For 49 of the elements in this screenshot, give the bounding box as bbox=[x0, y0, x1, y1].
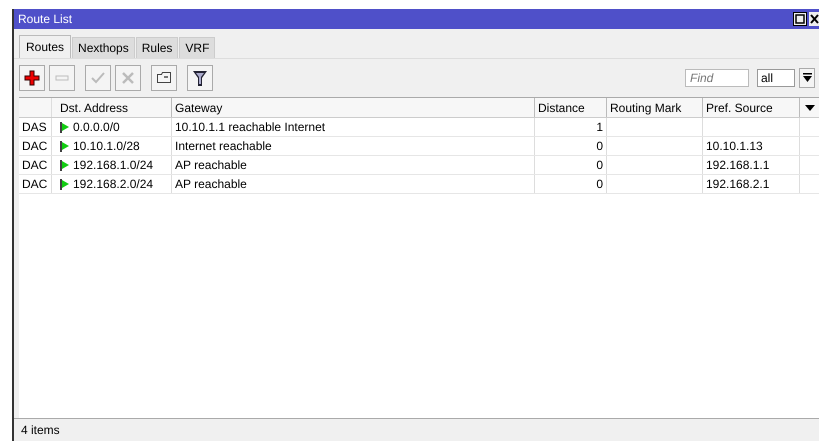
table-cell: Internet reachable bbox=[172, 137, 535, 155]
item-count: 4 items bbox=[21, 423, 60, 437]
tab[interactable]: Rules bbox=[136, 37, 178, 58]
table-cell: AP reachable bbox=[172, 175, 535, 193]
find-field[interactable]: Find bbox=[685, 69, 749, 87]
note-icon bbox=[156, 70, 172, 86]
scope-dropdown[interactable]: all bbox=[757, 69, 795, 87]
flag-icon bbox=[60, 178, 69, 190]
close-icon[interactable] bbox=[809, 12, 819, 26]
table-cell: 10.10.1.13 bbox=[703, 137, 800, 155]
table-cell: 0 bbox=[535, 137, 607, 155]
down-triangle-icon bbox=[804, 104, 814, 110]
table-cell: 10.10.1.0/28 bbox=[73, 139, 140, 153]
flag-icon bbox=[60, 160, 69, 170]
tab[interactable]: Nexthops bbox=[72, 37, 135, 58]
cross-icon bbox=[120, 70, 136, 86]
filter-icon bbox=[192, 69, 208, 87]
flags-cell: DAC bbox=[19, 156, 52, 174]
table-cell: 10.10.1.1 reachable Internet bbox=[172, 118, 535, 136]
flags-cell: DAC bbox=[19, 137, 52, 155]
table-cell: 192.168.1.0/24 bbox=[73, 158, 154, 172]
column-header[interactable]: Gateway bbox=[172, 98, 535, 117]
table-cell: 192.168.1.1 bbox=[703, 156, 800, 174]
column-header[interactable]: Distance bbox=[535, 98, 607, 117]
plus-icon bbox=[24, 70, 40, 86]
tab[interactable]: Routes bbox=[19, 35, 72, 58]
table-cell: 1 bbox=[535, 118, 607, 136]
table-cell: 0 bbox=[535, 175, 607, 193]
table-cell: 192.168.2.0/24 bbox=[73, 177, 154, 191]
table-cell: 192.168.2.1 bbox=[703, 175, 800, 193]
tab[interactable]: VRF bbox=[179, 37, 216, 58]
table-cell: AP reachable bbox=[172, 156, 535, 174]
flags-cell: DAS bbox=[19, 118, 52, 136]
expand-button[interactable] bbox=[799, 68, 815, 88]
filter-button[interactable] bbox=[187, 65, 213, 91]
window-title: Route List bbox=[18, 12, 72, 26]
flag-icon bbox=[60, 122, 69, 132]
down-arrow-icon bbox=[802, 73, 812, 83]
table-cell: 0 bbox=[535, 156, 607, 174]
flags-cell: DAC bbox=[19, 175, 52, 193]
column-header[interactable]: Routing Mark bbox=[607, 98, 703, 117]
table-cell: 0.0.0.0/0 bbox=[73, 120, 120, 134]
add-button[interactable] bbox=[19, 65, 45, 91]
check-icon bbox=[90, 70, 106, 86]
column-header[interactable]: Dst. Address bbox=[52, 98, 172, 117]
flag-icon bbox=[60, 140, 69, 152]
maximize-icon[interactable] bbox=[793, 12, 807, 26]
column-header[interactable]: Pref. Source bbox=[703, 98, 800, 117]
comment-button[interactable] bbox=[151, 65, 177, 91]
